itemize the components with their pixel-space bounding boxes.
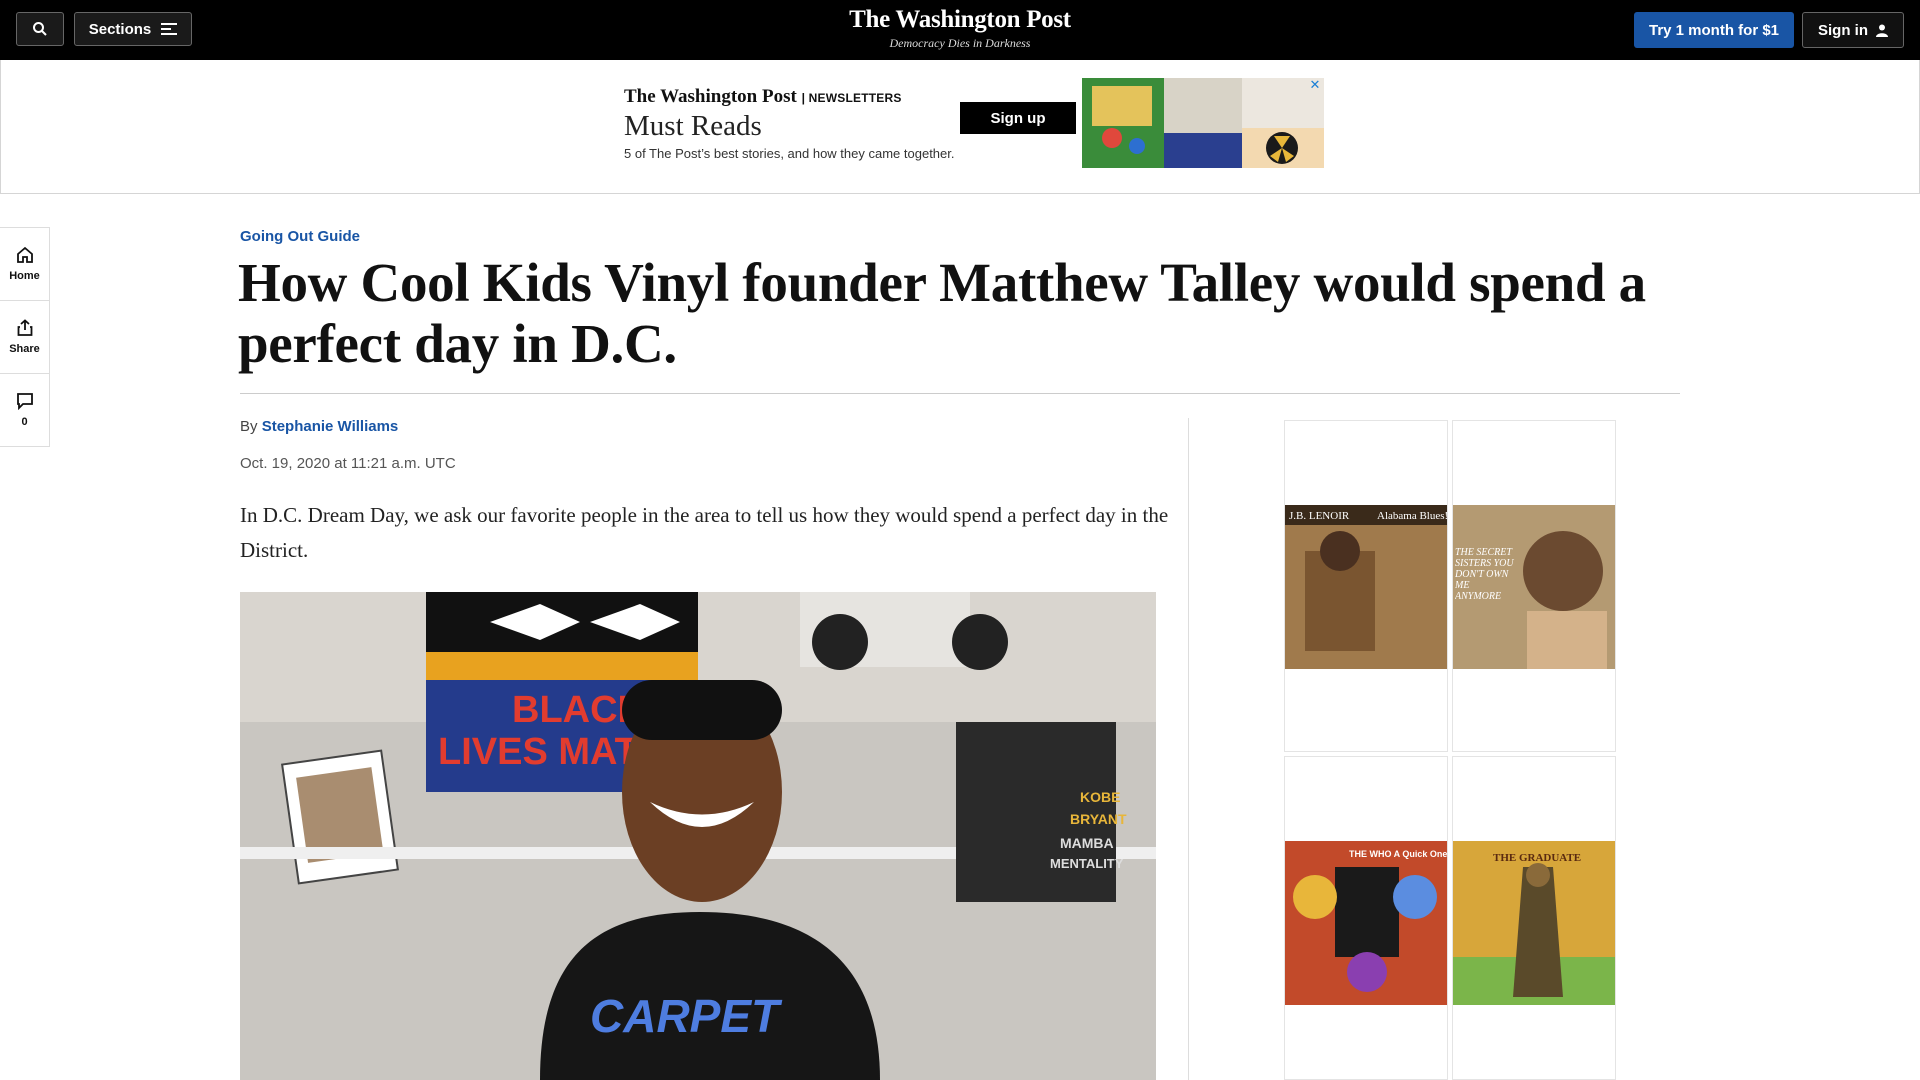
rail-share-label: Share — [9, 343, 40, 355]
poster-text-line2: LIVES MAT — [438, 731, 638, 773]
headline-divider — [240, 393, 1680, 394]
book-text-line3: MAMBA — [1060, 835, 1114, 851]
site-logo[interactable]: The Washington Post — [760, 6, 1160, 34]
publish-date: Oct. 19, 2020 at 11:21 a.m. UTC — [240, 455, 456, 472]
ad-collage-image[interactable] — [1082, 78, 1324, 168]
album-title: THE GRADUATE — [1493, 852, 1581, 864]
masthead[interactable]: The Washington Post Democracy Dies in Da… — [760, 6, 1160, 51]
lead-photo[interactable]: BLACK LIVES MAT KOBE BRYANT MAMBA MENTAL… — [240, 592, 1156, 1080]
user-icon — [1876, 24, 1888, 37]
sign-in-button[interactable]: Sign in — [1802, 12, 1904, 48]
subscribe-button[interactable]: Try 1 month for $1 — [1634, 12, 1794, 48]
menu-icon — [161, 23, 178, 35]
article-lede: In D.C. Dream Day, we ask our favorite p… — [240, 503, 1169, 562]
home-icon — [16, 246, 33, 263]
rail-home-label: Home — [9, 270, 40, 282]
album-tile[interactable]: J.B. LENOIR Alabama Blues! — [1284, 420, 1448, 752]
ad-title: Must Reads — [624, 110, 762, 142]
article-headline: How Cool Kids Vinyl founder Matthew Tall… — [238, 252, 1646, 374]
album-tile[interactable]: THE SECRET SISTERS YOU DON'T OWN ME ANYM… — [1452, 420, 1616, 752]
album-prefix: J.B. LENOIR — [1289, 510, 1350, 522]
sign-in-label: Sign in — [1818, 21, 1868, 39]
sections-button[interactable]: Sections — [74, 12, 192, 46]
album-title: THE SECRET SISTERS YOU DON'T OWN ME ANYM… — [1455, 547, 1514, 602]
book-text-line1: KOBE — [1080, 789, 1120, 805]
rail-share-button[interactable]: Share — [0, 301, 49, 374]
ad-brand-suffix: | NEWSLETTERS — [801, 91, 902, 105]
ad-signup-button[interactable]: Sign up — [960, 102, 1076, 134]
album-title: THE WHO A Quick One — [1349, 849, 1447, 859]
left-rail: Home Share 0 — [0, 227, 50, 447]
tagline: Democracy Dies in Darkness — [889, 36, 1031, 50]
rail-home-button[interactable]: Home — [0, 228, 49, 301]
byline-prefix: By — [240, 418, 258, 435]
author-link[interactable]: Stephanie Williams — [262, 418, 399, 435]
ad-brand: The Washington Post | NEWSLETTERS — [624, 86, 902, 107]
byline: By Stephanie Williams — [240, 418, 398, 435]
album-tile[interactable]: THE WHO A Quick One — [1284, 756, 1448, 1080]
ad-close-icon[interactable]: ✕ — [1308, 78, 1322, 92]
column-divider — [1188, 418, 1189, 1080]
rail-comments-count: 0 — [21, 416, 28, 428]
search-button[interactable] — [16, 12, 64, 46]
rail-comments-button[interactable]: 0 — [0, 374, 49, 446]
comment-icon — [16, 393, 33, 410]
book-text-line2: BRYANT — [1070, 811, 1127, 827]
album-tile[interactable]: THE GRADUATE — [1452, 756, 1616, 1080]
shirt-text: CARPET — [590, 990, 783, 1042]
share-icon — [17, 319, 32, 336]
album-title: Alabama Blues! — [1377, 510, 1448, 522]
search-icon — [33, 22, 47, 36]
sections-label: Sections — [88, 20, 152, 38]
top-nav-bar: Sections The Washington Post Democracy D… — [0, 0, 1920, 60]
book-text-line4: MENTALITY — [1050, 856, 1124, 871]
ad-subtitle: 5 of The Post’s best stories, and how th… — [624, 146, 955, 161]
section-kicker[interactable]: Going Out Guide — [240, 228, 360, 245]
